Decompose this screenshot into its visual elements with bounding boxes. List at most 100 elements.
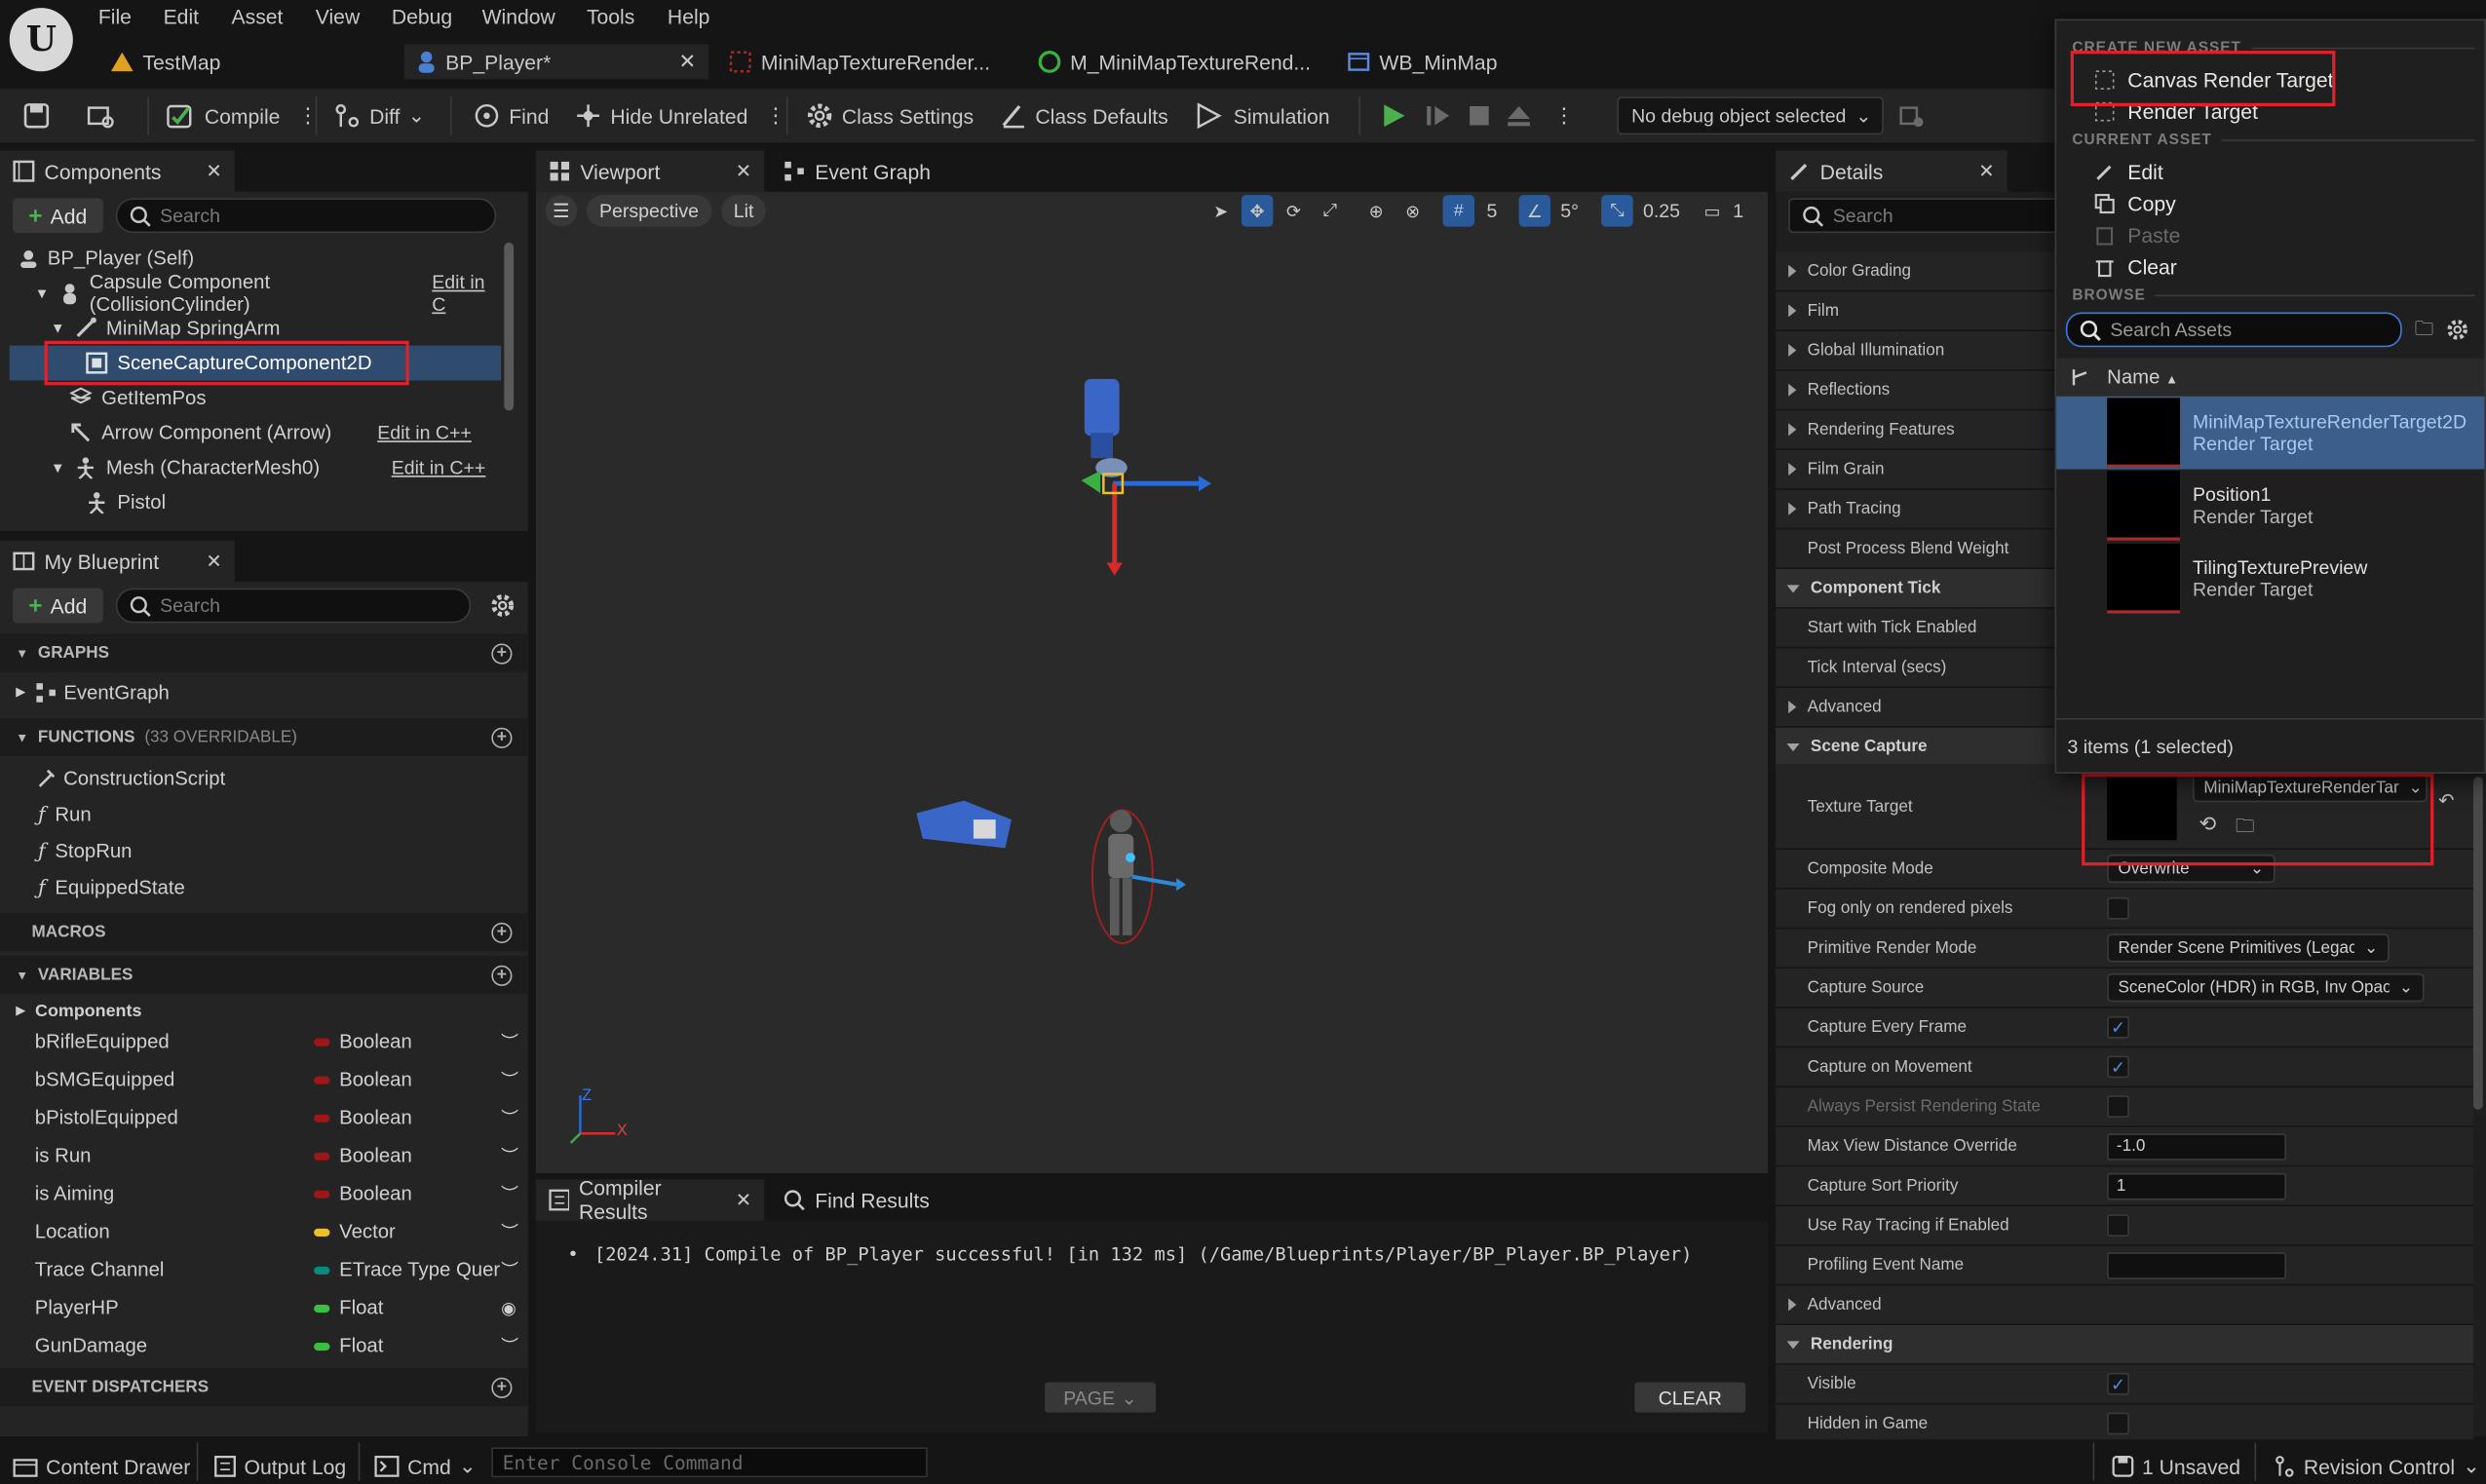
paste-item[interactable]: Paste: [2056, 219, 2484, 251]
class-defaults-button[interactable]: Class Defaults: [999, 89, 1168, 142]
close-icon[interactable]: ✕: [206, 160, 221, 182]
scene-capture-camera-gizmo[interactable]: [1081, 378, 1211, 576]
function-item-stoprun[interactable]: ƒ StopRun: [38, 832, 132, 868]
component-row-pistol[interactable]: Pistol: [10, 485, 501, 520]
variable-row[interactable]: is Run Boolean ︶: [0, 1136, 528, 1174]
close-icon[interactable]: ✕: [1978, 160, 1994, 182]
character-mesh[interactable]: [1090, 809, 1186, 944]
tab-compiler-results[interactable]: Compiler Results ✕: [535, 1176, 765, 1224]
variable-type[interactable]: Boolean: [339, 1145, 514, 1167]
visibility-closed-icon[interactable]: ︶: [501, 1181, 518, 1206]
diff-button[interactable]: Diff ⌄: [333, 89, 425, 142]
graph-item-eventgraph[interactable]: ▶ EventGraph: [16, 673, 170, 709]
tab-find-results[interactable]: Find Results: [770, 1179, 945, 1221]
eject-button[interactable]: [1505, 89, 1533, 142]
gear-icon[interactable]: [2446, 319, 2468, 341]
function-item-constructionscript[interactable]: ConstructionScript: [35, 759, 225, 795]
tab-render-target[interactable]: MiniMapTextureRender...: [716, 45, 1017, 80]
edit-in-cpp-link[interactable]: Edit in C++: [392, 457, 486, 479]
tab-viewport[interactable]: Viewport ✕: [535, 150, 765, 192]
save-button[interactable]: [22, 89, 51, 142]
tab-details[interactable]: Details ✕: [1776, 150, 2008, 192]
tab-event-graph[interactable]: Event Graph: [770, 150, 945, 192]
functions-section-header[interactable]: ▼ FUNCTIONS (33 OVERRIDABLE) +: [0, 717, 528, 757]
components-search-input[interactable]: Search: [115, 198, 497, 234]
close-icon[interactable]: ✕: [736, 1189, 751, 1211]
hide-unrelated-options-icon[interactable]: ⋮: [765, 103, 785, 129]
function-item-run[interactable]: ƒ Run: [38, 796, 92, 832]
variable-row[interactable]: Trace Channel ETrace Type Quer ︶: [0, 1251, 528, 1289]
variable-row[interactable]: is Aiming Boolean ︶: [0, 1175, 528, 1213]
add-dispatcher-icon[interactable]: +: [491, 1376, 513, 1398]
expand-arrow-icon[interactable]: ▼: [35, 285, 50, 301]
tab-my-blueprint[interactable]: My Blueprint ✕: [0, 540, 235, 583]
add-component-button[interactable]: + Add: [13, 198, 103, 234]
unreal-logo-icon[interactable]: U: [9, 8, 73, 72]
detail-category-row[interactable]: Advanced: [1776, 1285, 2473, 1326]
tab-bp-player[interactable]: BP_Player* ✕: [403, 44, 709, 80]
output-log-button[interactable]: Output Log: [214, 1439, 346, 1484]
menu-edit[interactable]: Edit: [164, 5, 199, 28]
compile-button[interactable]: Compile ⋮: [165, 89, 318, 142]
checkbox[interactable]: [2107, 896, 2129, 920]
checkbox[interactable]: ✓: [2107, 1015, 2129, 1039]
expand-arrow-icon[interactable]: ▼: [51, 460, 65, 476]
close-icon[interactable]: ✕: [206, 551, 221, 573]
tab-widget[interactable]: WB_MinMap: [1335, 45, 1573, 80]
browse-button[interactable]: [86, 89, 118, 142]
menu-view[interactable]: View: [316, 5, 360, 28]
event-dispatchers-section-header[interactable]: EVENT DISPATCHERS +: [0, 1368, 528, 1407]
asset-row-position1[interactable]: Position1 Render Target: [2056, 470, 2484, 543]
component-row-mesh[interactable]: ▼ Mesh (CharacterMesh0) Edit in C++: [10, 450, 501, 485]
value-input[interactable]: [2107, 1251, 2286, 1279]
menu-debug[interactable]: Debug: [392, 5, 452, 28]
visibility-closed-icon[interactable]: ︶: [501, 1105, 518, 1130]
menu-window[interactable]: Window: [482, 5, 555, 28]
checkbox[interactable]: [2107, 1095, 2129, 1118]
checkbox[interactable]: [2107, 1412, 2129, 1435]
variable-type[interactable]: Boolean: [339, 1107, 514, 1129]
value-input[interactable]: 1: [2107, 1172, 2286, 1199]
variable-type[interactable]: Boolean: [339, 1069, 514, 1091]
play-button[interactable]: [1379, 89, 1407, 142]
variables-section-header[interactable]: ▼ VARIABLES +: [0, 956, 528, 995]
variable-type[interactable]: Float: [339, 1297, 514, 1319]
variable-row[interactable]: bRifleEquipped Boolean ︶: [0, 1022, 528, 1060]
edit-in-cpp-link[interactable]: Edit in C++: [377, 422, 472, 444]
variable-row[interactable]: bPistolEquipped Boolean ︶: [0, 1098, 528, 1136]
checkbox[interactable]: ✓: [2107, 1372, 2129, 1395]
asset-row-tiling[interactable]: TilingTexturePreview Render Target: [2056, 542, 2484, 615]
menu-file[interactable]: File: [98, 5, 132, 28]
gear-icon[interactable]: [490, 592, 516, 618]
menu-asset[interactable]: Asset: [232, 5, 284, 28]
variable-row[interactable]: Location Vector ︶: [0, 1213, 528, 1251]
macros-section-header[interactable]: MACROS +: [0, 913, 528, 952]
add-variable-icon[interactable]: +: [491, 964, 513, 986]
menu-tools[interactable]: Tools: [587, 5, 634, 28]
variable-row[interactable]: GunDamage Float ︶: [0, 1327, 528, 1365]
detail-category-row[interactable]: Rendering: [1776, 1325, 2473, 1365]
asset-search-input[interactable]: Search Assets: [2065, 312, 2402, 348]
tab-material[interactable]: M_MiniMapTextureRend...: [1026, 45, 1327, 80]
asset-row-minimap[interactable]: MiniMapTextureRenderTarget2D Render Targe…: [2056, 396, 2485, 470]
visibility-eye-icon[interactable]: ◉: [501, 1298, 516, 1318]
my-blueprint-search-input[interactable]: Search: [115, 588, 472, 624]
clear-item[interactable]: Clear: [2056, 250, 2484, 283]
name-column-header[interactable]: Name ▲: [2107, 366, 2178, 389]
content-drawer-button[interactable]: Content Drawer: [13, 1439, 190, 1484]
unsaved-button[interactable]: 1 Unsaved: [2112, 1439, 2240, 1484]
cmd-dropdown[interactable]: Cmd ⌄: [374, 1439, 477, 1484]
component-row-capsule[interactable]: ▼ Capsule Component (CollisionCylinder) …: [10, 271, 501, 316]
debug-filter-button[interactable]: [1899, 89, 1925, 142]
variable-type[interactable]: Boolean: [339, 1183, 514, 1205]
variable-type[interactable]: ETrace Type Quer: [339, 1259, 514, 1281]
visibility-closed-icon[interactable]: ︶: [501, 1219, 518, 1244]
value-input[interactable]: -1.0: [2107, 1132, 2286, 1161]
play-options-icon[interactable]: ⋮: [1553, 89, 1574, 142]
clear-results-button[interactable]: CLEAR: [1634, 1382, 1746, 1413]
hide-unrelated-button[interactable]: Hide Unrelated ⋮: [574, 89, 785, 142]
simulation-button[interactable]: Simulation: [1194, 89, 1329, 142]
gun-mesh[interactable]: [916, 800, 1012, 849]
add-function-icon[interactable]: +: [491, 726, 513, 748]
add-graph-icon[interactable]: +: [491, 642, 513, 664]
